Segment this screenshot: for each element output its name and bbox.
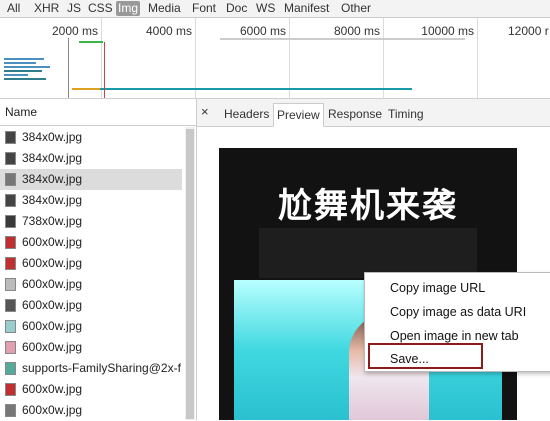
filter-other[interactable]: Other — [339, 1, 373, 16]
timeline-bar — [4, 62, 36, 64]
timeline-bar — [4, 70, 42, 72]
menu-item-open-image-new-tab[interactable]: Open image in new tab — [390, 329, 519, 343]
request-row[interactable]: 600x0w.jpg — [0, 253, 182, 274]
request-row[interactable]: 600x0w.jpg — [0, 337, 182, 358]
image-file-icon — [5, 320, 16, 333]
tab-preview[interactable]: Preview — [273, 103, 324, 127]
request-row[interactable]: 600x0w.jpg — [0, 379, 182, 400]
request-row[interactable]: supports-FamilySharing@2x-f. — [0, 358, 182, 379]
tick-label: 2000 ms — [51, 24, 98, 38]
image-file-icon — [5, 383, 16, 396]
filter-js[interactable]: JS — [65, 1, 83, 16]
tick-label: 6000 ms — [239, 24, 286, 38]
filter-xhr[interactable]: XHR — [32, 1, 61, 16]
request-row[interactable]: 738x0w.jpg — [0, 211, 182, 232]
image-file-icon — [5, 236, 16, 249]
tick-line — [195, 18, 196, 98]
timeline-bar — [4, 74, 28, 76]
image-file-icon — [5, 362, 16, 375]
close-icon[interactable]: × — [201, 104, 209, 119]
tick-line — [383, 18, 384, 98]
request-name: 600x0w.jpg — [22, 382, 83, 396]
timeline-bar — [72, 88, 100, 90]
request-name: 738x0w.jpg — [22, 214, 83, 228]
image-file-icon — [5, 173, 16, 186]
image-file-icon — [5, 299, 16, 312]
filter-img[interactable]: Img — [116, 1, 141, 16]
filter-font[interactable]: Font — [190, 1, 218, 16]
request-name: 600x0w.jpg — [22, 298, 83, 312]
request-name: 600x0w.jpg — [22, 403, 83, 417]
filter-css[interactable]: CSS — [86, 1, 115, 16]
tick-line — [101, 18, 102, 98]
menu-item-copy-image-data-uri[interactable]: Copy image as data URI — [390, 305, 526, 319]
request-name: supports-FamilySharing@2x-f. — [22, 361, 182, 375]
image-file-icon — [5, 194, 16, 207]
tick-line — [289, 18, 290, 98]
request-name: 600x0w.jpg — [22, 277, 83, 291]
name-column-header[interactable]: Name — [0, 99, 196, 126]
request-row[interactable]: 384x0w.jpg — [0, 169, 182, 190]
image-file-icon — [5, 278, 16, 291]
timeline-bar — [4, 58, 44, 60]
image-file-icon — [5, 257, 16, 270]
filter-all[interactable]: All — [5, 1, 22, 16]
timeline-bar — [79, 41, 103, 43]
image-file-icon — [5, 404, 16, 417]
timeline-bar — [220, 38, 465, 40]
detail-tabs: × Headers Preview Response Timing — [197, 99, 550, 127]
timeline-overview[interactable]: 2000 ms 4000 ms 6000 ms 8000 ms 10000 ms… — [0, 18, 550, 99]
poster-band — [259, 228, 477, 278]
filter-bar: All XHR JS CSS Img Media Font Doc WS Man… — [0, 0, 550, 18]
tick-label: 10000 ms — [421, 24, 474, 38]
request-name: 384x0w.jpg — [22, 172, 83, 186]
tick-label: 8000 ms — [333, 24, 380, 38]
image-file-icon — [5, 152, 16, 165]
tick-label: 12000 r — [508, 24, 549, 38]
request-row[interactable]: 600x0w.jpg — [0, 232, 182, 253]
filter-ws[interactable]: WS — [254, 1, 277, 16]
request-name: 600x0w.jpg — [22, 340, 83, 354]
image-file-icon — [5, 341, 16, 354]
request-name: 600x0w.jpg — [22, 319, 83, 333]
image-file-icon — [5, 131, 16, 144]
filter-media[interactable]: Media — [146, 1, 183, 16]
request-row[interactable]: 600x0w.jpg — [0, 400, 182, 421]
request-row[interactable]: 600x0w.jpg — [0, 316, 182, 337]
request-row[interactable]: 600x0w.jpg — [0, 295, 182, 316]
tab-response[interactable]: Response — [325, 103, 385, 125]
scrollbar-thumb[interactable] — [186, 129, 194, 419]
dom-marker — [68, 38, 69, 98]
request-name: 600x0w.jpg — [22, 256, 83, 270]
save-highlight-box — [368, 343, 483, 369]
request-name: 384x0w.jpg — [22, 130, 83, 144]
request-row[interactable]: 384x0w.jpg — [0, 190, 182, 211]
filter-manifest[interactable]: Manifest — [282, 1, 331, 16]
tab-headers[interactable]: Headers — [221, 103, 272, 125]
poster-title: 尬舞机来袭 — [278, 187, 458, 225]
tab-timing[interactable]: Timing — [385, 103, 427, 125]
request-name: 384x0w.jpg — [22, 193, 83, 207]
filter-doc[interactable]: Doc — [224, 1, 249, 16]
request-list: Name 384x0w.jpg 384x0w.jpg 384x0w.jpg 384x0… — [0, 99, 197, 420]
tick-line — [477, 18, 478, 98]
timeline-bar — [4, 78, 46, 80]
menu-item-copy-image-url[interactable]: Copy image URL — [390, 281, 485, 295]
load-marker — [104, 42, 105, 98]
request-row[interactable]: 600x0w.jpg — [0, 274, 182, 295]
tick-label: 4000 ms — [145, 24, 192, 38]
timeline-bar — [72, 88, 412, 90]
request-name: 384x0w.jpg — [22, 151, 83, 165]
image-file-icon — [5, 215, 16, 228]
request-row[interactable]: 384x0w.jpg — [0, 148, 182, 169]
request-row[interactable]: 384x0w.jpg — [0, 127, 182, 148]
request-name: 600x0w.jpg — [22, 235, 83, 249]
timeline-bar — [4, 66, 50, 68]
